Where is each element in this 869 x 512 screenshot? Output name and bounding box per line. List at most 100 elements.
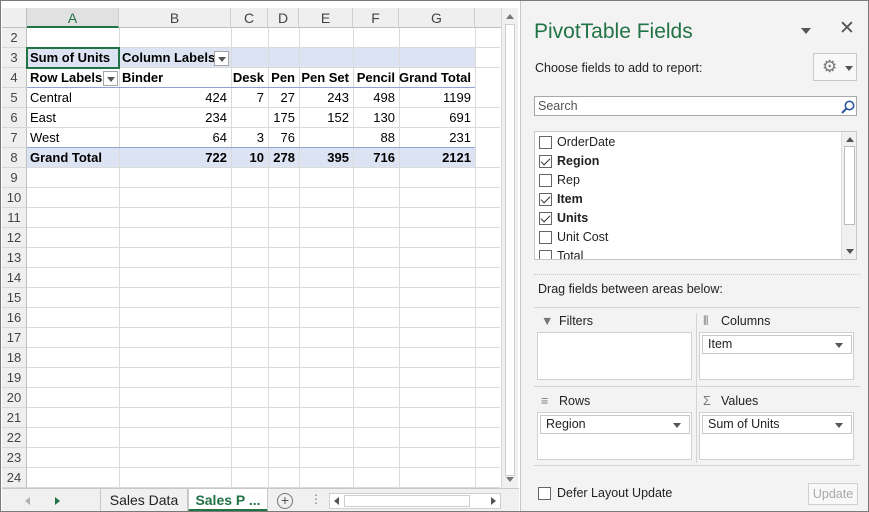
row-header[interactable]: 11 <box>2 208 27 228</box>
checkbox[interactable] <box>539 250 552 259</box>
values-drop-zone[interactable]: Sum of Units <box>699 412 854 460</box>
vertical-scrollbar[interactable] <box>501 8 518 488</box>
columns-item-chip[interactable]: Item <box>702 335 852 354</box>
checkbox[interactable] <box>539 136 552 149</box>
scroll-up-icon[interactable] <box>506 14 514 19</box>
pivot-value-cell[interactable]: 234 <box>119 108 231 128</box>
pivot-value-cell[interactable] <box>299 128 353 148</box>
pivot-value-cell[interactable]: 243 <box>299 88 353 108</box>
scroll-up-icon[interactable] <box>846 137 854 142</box>
pivot-total-cell[interactable]: 722 <box>119 148 231 168</box>
row-header[interactable]: 12 <box>2 228 27 248</box>
scroll-left-icon[interactable] <box>334 497 339 505</box>
row-header[interactable]: 19 <box>2 368 27 388</box>
field-region[interactable]: Region <box>537 152 837 171</box>
columns-drop-zone[interactable]: Item <box>699 332 854 380</box>
column-header-d[interactable]: D <box>268 8 299 28</box>
values-item-chip[interactable]: Sum of Units <box>702 415 852 434</box>
pane-splitter[interactable] <box>534 274 860 275</box>
scroll-thumb[interactable] <box>505 24 515 476</box>
pivot-value-cell[interactable]: 3 <box>231 128 268 148</box>
pivot-value-cell[interactable]: 1199 <box>399 88 475 108</box>
pivot-value-cell[interactable]: 424 <box>119 88 231 108</box>
pivot-value-cell[interactable] <box>231 108 268 128</box>
prev-sheet-icon[interactable] <box>25 497 30 505</box>
column-header-a[interactable]: A <box>27 8 119 28</box>
pivot-col-header[interactable]: Pencil <box>353 68 399 88</box>
row-header[interactable]: 4 <box>2 68 27 88</box>
pivot-total-cell[interactable]: 10 <box>231 148 268 168</box>
row-header[interactable]: 23 <box>2 448 27 468</box>
pivot-value-cell[interactable]: 691 <box>399 108 475 128</box>
row-header[interactable]: 13 <box>2 248 27 268</box>
tools-button[interactable]: ⚙ <box>813 53 857 81</box>
pivot-value-cell[interactable]: 7 <box>231 88 268 108</box>
row-header[interactable]: 22 <box>2 428 27 448</box>
pane-options-chevron-icon[interactable] <box>801 28 811 34</box>
column-header-c[interactable]: C <box>231 8 268 28</box>
pivot-grand-total-label[interactable]: Grand Total <box>27 148 119 168</box>
sheet-tab-sales-data[interactable]: Sales Data <box>100 489 188 511</box>
pivot-col-header[interactable]: Pen <box>268 68 299 88</box>
checkbox[interactable] <box>539 193 552 206</box>
row-header[interactable]: 15 <box>2 288 27 308</box>
field-orderdate[interactable]: OrderDate <box>537 133 837 152</box>
tab-split-handle[interactable]: ⋮ <box>310 492 322 506</box>
pivot-value-cell[interactable]: 231 <box>399 128 475 148</box>
row-header[interactable]: 17 <box>2 328 27 348</box>
row-header[interactable]: 10 <box>2 188 27 208</box>
defer-layout-checkbox[interactable] <box>538 487 551 500</box>
select-all-corner[interactable] <box>2 8 27 28</box>
horizontal-scrollbar[interactable] <box>329 493 501 509</box>
hscroll-thumb[interactable] <box>344 495 470 507</box>
row-header[interactable]: 8 <box>2 148 27 168</box>
row-header[interactable]: 24 <box>2 468 27 488</box>
field-total[interactable]: Total <box>537 247 837 259</box>
row-header[interactable]: 3 <box>2 48 27 68</box>
scroll-down-icon[interactable] <box>846 249 854 254</box>
pivot-col-header[interactable]: Grand Total <box>399 68 475 88</box>
pivot-total-cell[interactable]: 395 <box>299 148 353 168</box>
row-header[interactable]: 20 <box>2 388 27 408</box>
close-icon[interactable]: ✕ <box>839 17 855 40</box>
sheet-tab-sales-pivot[interactable]: Sales P ... <box>188 489 268 511</box>
checkbox[interactable] <box>539 212 552 225</box>
row-header[interactable]: 5 <box>2 88 27 108</box>
pivot-value-cell[interactable]: 152 <box>299 108 353 128</box>
pivot-value-cell[interactable]: 498 <box>353 88 399 108</box>
column-header-h[interactable] <box>475 8 501 28</box>
update-button[interactable]: Update <box>808 483 858 505</box>
field-list-scrollbar[interactable] <box>841 132 856 259</box>
pivot-value-cell[interactable]: 27 <box>268 88 299 108</box>
rows-item-chip[interactable]: Region <box>540 415 690 434</box>
column-header-b[interactable]: B <box>119 8 231 28</box>
pivot-total-cell[interactable]: 2121 <box>399 148 475 168</box>
checkbox[interactable] <box>539 174 552 187</box>
pivot-row-label[interactable]: West <box>27 128 119 148</box>
add-sheet-button[interactable]: + <box>277 493 293 509</box>
pivot-total-cell[interactable]: 278 <box>268 148 299 168</box>
column-header-f[interactable]: F <box>353 8 399 28</box>
row-header[interactable]: 2 <box>2 28 27 48</box>
row-header[interactable]: 18 <box>2 348 27 368</box>
scroll-thumb[interactable] <box>844 146 855 225</box>
defer-layout-label[interactable]: Defer Layout Update <box>557 486 672 500</box>
row-labels-filter-dropdown[interactable] <box>103 71 118 86</box>
row-header[interactable]: 7 <box>2 128 27 148</box>
pivot-value-cell[interactable]: 175 <box>268 108 299 128</box>
row-header[interactable]: 16 <box>2 308 27 328</box>
pivot-value-cell[interactable]: 64 <box>119 128 231 148</box>
pivot-value-cell[interactable]: 130 <box>353 108 399 128</box>
pivot-total-cell[interactable]: 716 <box>353 148 399 168</box>
row-header[interactable]: 9 <box>2 168 27 188</box>
scroll-down-icon[interactable] <box>506 477 514 482</box>
field-units[interactable]: Units <box>537 209 837 228</box>
search-icon[interactable] <box>840 99 856 115</box>
checkbox[interactable] <box>539 231 552 244</box>
pivot-row-label[interactable]: East <box>27 108 119 128</box>
column-labels-filter-dropdown[interactable] <box>214 51 229 66</box>
search-input[interactable]: Search <box>534 96 857 116</box>
checkbox[interactable] <box>539 155 552 168</box>
pivot-col-header[interactable]: Pen Set <box>299 68 353 88</box>
rows-drop-zone[interactable]: Region <box>537 412 692 460</box>
